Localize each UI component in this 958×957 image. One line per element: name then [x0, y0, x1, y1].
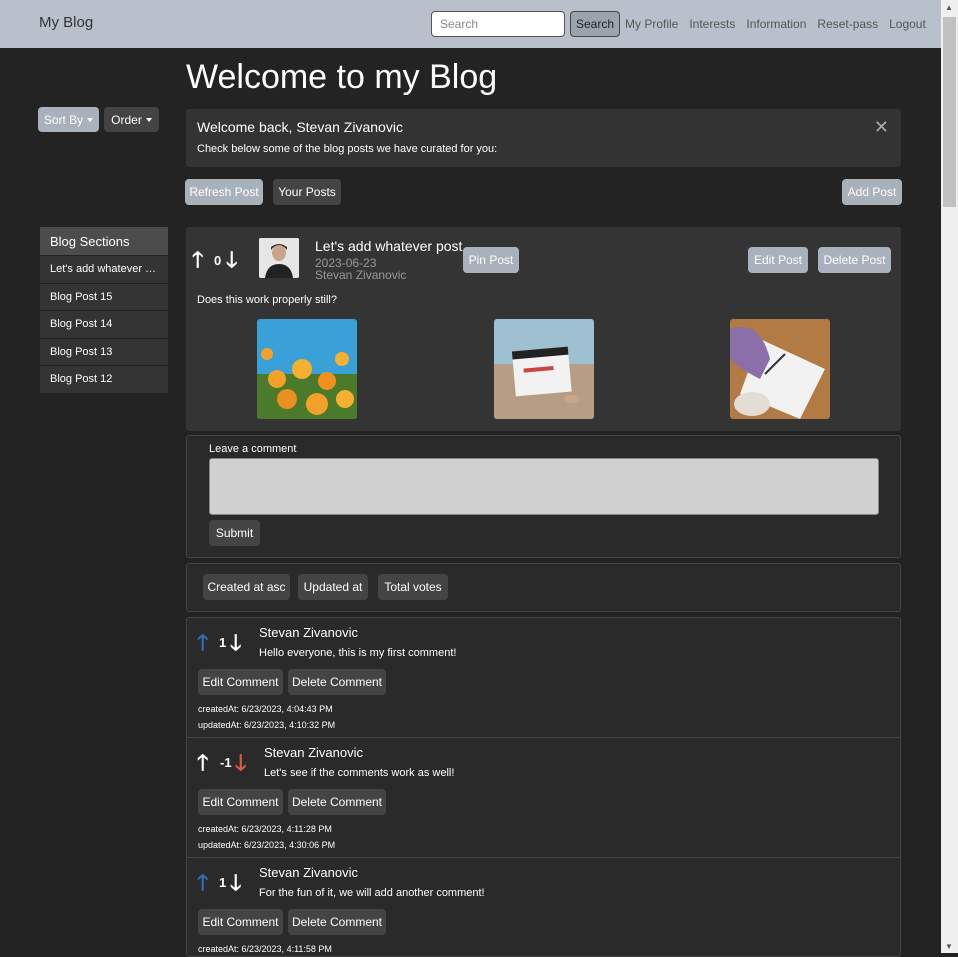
page-scrollbar[interactable]: ▲ ▼ [941, 0, 958, 953]
sidebar-item[interactable]: Blog Post 12 [40, 365, 168, 393]
delete-comment-button[interactable]: Delete Comment [288, 669, 386, 695]
delete-comment-button[interactable]: Delete Comment [288, 789, 386, 815]
edit-comment-button[interactable]: Edit Comment [198, 909, 283, 935]
sidebar-title: Blog Sections [40, 227, 168, 255]
welcome-text: Check below some of the blog posts we ha… [197, 143, 498, 155]
post-body: Does this work properly still? [197, 294, 337, 306]
comment-form: Leave a comment Submit [186, 435, 901, 558]
post-image-clapperboard[interactable] [494, 319, 594, 419]
page-title: Welcome to my Blog [186, 58, 498, 96]
comment-vote-count: 1 [219, 635, 227, 650]
post-author: Stevan Zivanovic [315, 268, 407, 282]
comment-item: 🡑 1 🡓 Stevan Zivanovic Hello everyone, t… [187, 618, 900, 738]
sort-updated-at-button[interactable]: Updated at [298, 574, 368, 600]
comment-text: Let's see if the comments work as well! [264, 767, 455, 779]
post-vote-count: 0 [214, 253, 222, 268]
welcome-alert: Welcome back, Stevan Zivanovic Check bel… [186, 109, 901, 167]
scroll-up-arrow-icon[interactable]: ▲ [945, 3, 953, 12]
comment-author: Stevan Zivanovic [259, 865, 358, 880]
sidebar-item[interactable]: Blog Post 14 [40, 310, 168, 338]
flowers-image [257, 319, 357, 419]
avatar-photo [259, 238, 299, 278]
clapperboard-image [494, 319, 594, 419]
downvote-arrow-icon[interactable]: 🡓 [235, 752, 246, 774]
refresh-post-button[interactable]: Refresh Post [185, 179, 263, 205]
pin-post-button[interactable]: Pin Post [463, 247, 519, 273]
comment-vote-count: -1 [220, 755, 232, 770]
sort-created-at-button[interactable]: Created at asc [203, 574, 290, 600]
nav-link-my-profile[interactable]: My Profile [625, 17, 678, 31]
writing-image [730, 319, 830, 419]
nav-link-reset-pass[interactable]: Reset-pass [817, 17, 878, 31]
welcome-title: Welcome back, Stevan Zivanovic [197, 119, 403, 135]
avatar [259, 238, 299, 278]
sort-total-votes-button[interactable]: Total votes [378, 574, 448, 600]
nav-links: My Profile Interests Information Reset-p… [625, 17, 926, 31]
nav-link-interests[interactable]: Interests [689, 17, 735, 31]
comment-created-at: createdAt: 6/23/2023, 4:11:28 PM [198, 824, 332, 834]
search-button[interactable]: Search [570, 11, 620, 37]
blog-sections-sidebar: Blog Sections Let's add whatever post Bl… [40, 227, 168, 393]
add-post-button[interactable]: Add Post [842, 179, 902, 205]
edit-comment-button[interactable]: Edit Comment [198, 789, 283, 815]
navbar: My Blog Search My Profile Interests Info… [0, 0, 941, 48]
edit-post-button[interactable]: Edit Post [748, 247, 808, 273]
post-image-flowers[interactable] [257, 319, 357, 419]
search-input[interactable] [431, 11, 565, 37]
close-icon[interactable]: ✕ [874, 117, 889, 138]
comments-list: 🡑 1 🡓 Stevan Zivanovic Hello everyone, t… [186, 617, 901, 957]
edit-comment-button[interactable]: Edit Comment [198, 669, 283, 695]
order-label: Order [111, 112, 142, 127]
sort-by-label: Sort By [43, 112, 84, 127]
comment-updated-at: updatedAt: 6/23/2023, 4:10:32 PM [198, 720, 336, 730]
caret-down-icon [145, 117, 152, 122]
post-image-writing[interactable] [730, 319, 830, 419]
post-card: 🡑 0 🡓 Let's add whatever post 2023-06-23… [186, 227, 901, 431]
downvote-arrow-icon[interactable]: 🡓 [230, 632, 241, 654]
comment-text: Hello everyone, this is my first comment… [259, 647, 457, 659]
upvote-arrow-icon[interactable]: 🡑 [197, 752, 208, 774]
upvote-arrow-icon[interactable]: 🡑 [197, 632, 208, 654]
comment-text: For the fun of it, we will add another c… [259, 887, 485, 899]
comment-label: Leave a comment [209, 443, 297, 455]
comment-updated-at: updatedAt: 6/23/2023, 4:30:06 PM [198, 840, 336, 850]
scroll-down-arrow-icon[interactable]: ▼ [945, 942, 953, 951]
scroll-thumb[interactable] [943, 17, 956, 207]
comment-author: Stevan Zivanovic [264, 745, 363, 760]
comment-item: 🡑 1 🡓 Stevan Zivanovic For the fun of it… [187, 858, 900, 956]
upvote-arrow-icon[interactable]: 🡑 [192, 249, 203, 271]
delete-post-button[interactable]: Delete Post [818, 247, 891, 273]
sidebar-item[interactable]: Blog Post 13 [40, 337, 168, 365]
nav-link-logout[interactable]: Logout [889, 17, 926, 31]
comment-sort-bar: Created at asc Updated at Total votes [186, 563, 901, 612]
upvote-arrow-icon[interactable]: 🡑 [197, 872, 208, 894]
order-dropdown[interactable]: Order [104, 107, 159, 132]
nav-link-information[interactable]: Information [746, 17, 806, 31]
downvote-arrow-icon[interactable]: 🡓 [226, 249, 237, 271]
delete-comment-button[interactable]: Delete Comment [288, 909, 386, 935]
caret-down-icon [87, 117, 94, 122]
sort-by-dropdown[interactable]: Sort By [38, 107, 99, 132]
comment-created-at: createdAt: 6/23/2023, 4:04:43 PM [198, 704, 333, 714]
brand-link[interactable]: My Blog [39, 14, 93, 31]
post-title[interactable]: Let's add whatever post [315, 238, 462, 254]
your-posts-button[interactable]: Your Posts [273, 179, 341, 205]
downvote-arrow-icon[interactable]: 🡓 [230, 872, 241, 894]
sidebar-item[interactable]: Blog Post 15 [40, 282, 168, 310]
comment-textarea[interactable] [209, 458, 879, 515]
submit-comment-button[interactable]: Submit [209, 520, 260, 546]
sidebar-item[interactable]: Let's add whatever post [40, 255, 168, 283]
comment-item: 🡑 -1 🡓 Stevan Zivanovic Let's see if the… [187, 738, 900, 858]
comment-vote-count: 1 [219, 875, 227, 890]
comment-author: Stevan Zivanovic [259, 625, 358, 640]
